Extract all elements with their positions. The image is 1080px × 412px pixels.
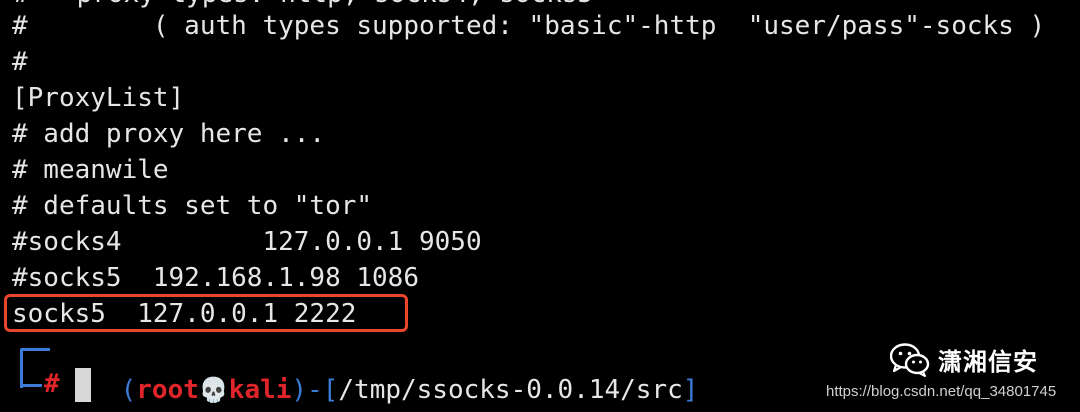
terminal-line: # ( auth types supported: "basic"-http "… bbox=[12, 11, 1046, 41]
prompt-path: /tmp/ssocks-0.0.14/src bbox=[338, 375, 683, 405]
skull-icon: 💀 bbox=[198, 376, 229, 404]
prompt-end-bracket: ] bbox=[682, 375, 699, 405]
terminal-line: # defaults set to "tor" bbox=[12, 191, 373, 221]
terminal-line: # bbox=[12, 47, 28, 77]
terminal-window[interactable]: # proxy types: http, socks4, socks5 # ( … bbox=[0, 0, 1080, 412]
terminal-line: # add proxy here ... bbox=[12, 119, 326, 149]
prompt-close-bracket: )-[ bbox=[291, 375, 339, 405]
terminal-cursor[interactable] bbox=[75, 368, 91, 402]
prompt-user: root bbox=[136, 375, 199, 405]
watermark: 潇湘信安 bbox=[890, 342, 1038, 377]
terminal-line: #socks5 192.168.1.98 1086 bbox=[12, 263, 419, 293]
prompt-open-paren: ( bbox=[120, 375, 137, 405]
watermark-url: https://blog.csdn.net/qq_34801745 bbox=[826, 383, 1057, 400]
prompt-corner-decoration-bottom bbox=[20, 384, 42, 387]
prompt-hash: # bbox=[44, 369, 60, 399]
wechat-icon bbox=[890, 342, 930, 377]
watermark-name: 潇湘信安 bbox=[938, 348, 1038, 376]
terminal-line: [ProxyList] bbox=[12, 83, 185, 113]
highlight-annotation-box bbox=[4, 294, 408, 332]
terminal-line: # meanwile bbox=[12, 155, 169, 185]
prompt-host: kali bbox=[228, 375, 292, 405]
terminal-line: #socks4 127.0.0.1 9050 bbox=[12, 227, 482, 257]
shell-prompt: (root💀kali)-[/tmp/ssocks-0.0.14/src] bbox=[58, 330, 699, 405]
